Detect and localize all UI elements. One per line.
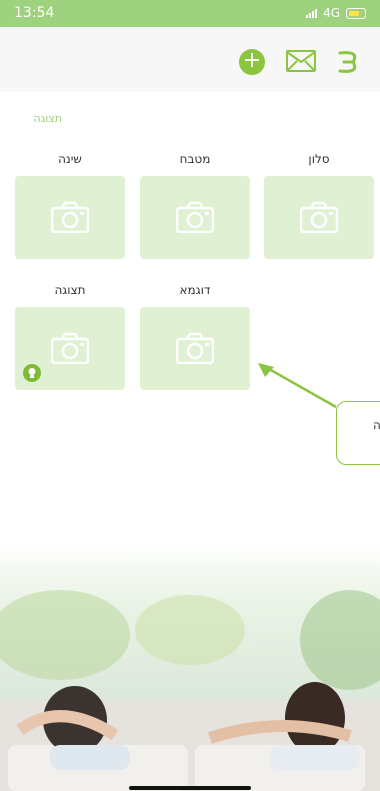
camera-icon (176, 332, 214, 364)
room-label: מטבח (179, 152, 211, 166)
room-tile[interactable] (140, 307, 250, 390)
callout-arrow (258, 363, 337, 409)
room-tile[interactable] (140, 176, 250, 259)
room-tile[interactable] (15, 176, 125, 259)
callout-text: ה (373, 418, 380, 432)
hint-callout: ה (336, 401, 380, 465)
camera-icon (51, 201, 89, 233)
room-label: שינה (58, 152, 82, 166)
lightbulb-icon[interactable] (23, 364, 41, 382)
room-label: תצוגה (54, 283, 86, 297)
home-indicator (129, 786, 251, 790)
room-tile[interactable] (15, 307, 125, 390)
camera-icon (300, 201, 338, 233)
room-label: דוגמא (179, 283, 211, 297)
couple-photo (0, 540, 380, 791)
room-tile[interactable] (264, 176, 374, 259)
camera-icon (51, 332, 89, 364)
lightbulb-glyph (28, 368, 36, 378)
room-label: סלון (308, 152, 330, 166)
camera-icon (176, 201, 214, 233)
